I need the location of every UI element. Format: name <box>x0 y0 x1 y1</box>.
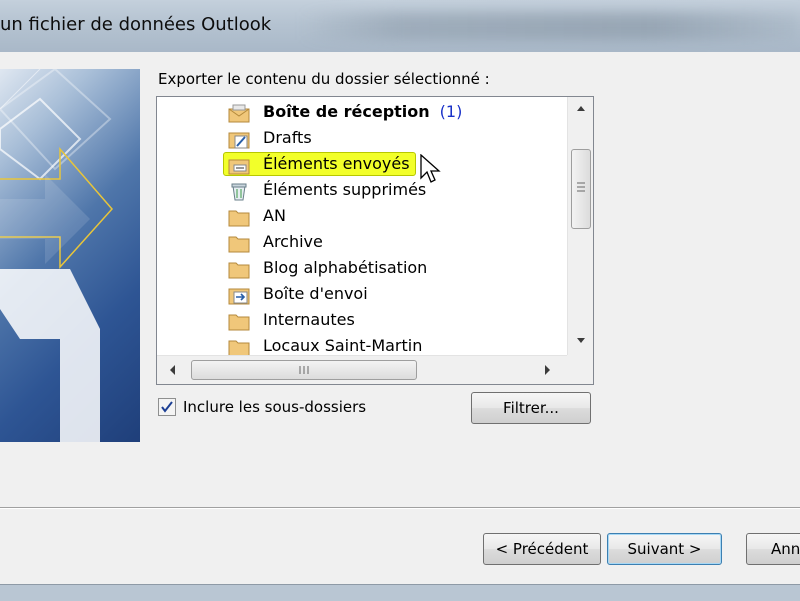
folder-label-blog: Blog alphabétisation <box>263 258 428 277</box>
folder-icon <box>228 311 250 331</box>
folder-row-blog[interactable]: Blog alphabétisation <box>157 256 567 282</box>
mouse-cursor-icon <box>420 153 442 190</box>
folder-icon <box>228 233 250 253</box>
folder-row-drafts[interactable]: Drafts <box>157 126 567 152</box>
trash-icon <box>228 181 250 201</box>
folder-row-an[interactable]: AN <box>157 204 567 230</box>
folder-label-sent-items: Éléments envoyés <box>263 154 410 173</box>
folder-icon <box>228 337 250 357</box>
unread-count: (1) <box>439 102 463 121</box>
folder-label-deleted-items: Éléments supprimés <box>263 180 427 199</box>
folder-label-inbox: Boîte de réception (1) <box>263 102 463 121</box>
scroll-corner <box>567 355 593 384</box>
folder-tree[interactable]: Boîte de réception (1) Drafts Éléments en… <box>156 96 594 385</box>
window-title: un fichier de données Outlook <box>0 14 272 35</box>
drafts-icon <box>228 129 250 149</box>
folder-row-sent-items[interactable]: Éléments envoyés <box>157 152 567 178</box>
filter-button[interactable]: Filtrer... <box>471 392 591 424</box>
export-folder-label: Exporter le contenu du dossier sélection… <box>158 70 490 88</box>
previous-button[interactable]: < Précédent <box>483 533 601 565</box>
inbox-icon <box>228 103 250 123</box>
vertical-scrollbar[interactable] <box>567 97 593 355</box>
include-subfolders-checkbox[interactable] <box>158 398 176 416</box>
outbox-icon <box>228 285 250 305</box>
window-bottom-frame <box>0 584 800 601</box>
horizontal-scrollbar[interactable] <box>157 355 567 384</box>
sent-items-icon <box>228 155 250 175</box>
scroll-down-button[interactable] <box>568 329 593 351</box>
folder-label-locaux: Locaux Saint-Martin <box>263 336 423 355</box>
title-bar: un fichier de données Outlook <box>0 0 800 52</box>
cancel-button[interactable]: Ann <box>746 533 800 565</box>
folder-row-inbox[interactable]: Boîte de réception (1) <box>157 100 567 126</box>
title-blurred-region <box>300 12 800 40</box>
folder-label-an: AN <box>263 206 286 225</box>
folder-row-archive[interactable]: Archive <box>157 230 567 256</box>
folder-row-deleted-items[interactable]: Éléments supprimés <box>157 178 567 204</box>
folder-label-drafts: Drafts <box>263 128 312 147</box>
folder-row-internautes[interactable]: Internautes <box>157 308 567 334</box>
next-button[interactable]: Suivant > <box>607 533 722 565</box>
wizard-side-art <box>0 69 140 442</box>
folder-label-archive: Archive <box>263 232 323 251</box>
vertical-scroll-thumb[interactable] <box>571 149 591 229</box>
scroll-up-button[interactable] <box>568 97 593 119</box>
button-separator <box>0 507 800 509</box>
folder-icon <box>228 259 250 279</box>
folder-label-internautes: Internautes <box>263 310 355 329</box>
include-subfolders-label: Inclure les sous-dossiers <box>183 398 367 416</box>
horizontal-scroll-thumb[interactable] <box>191 360 417 380</box>
scroll-right-button[interactable] <box>541 362 555 382</box>
folder-label-outbox: Boîte d'envoi <box>263 284 368 303</box>
scroll-left-button[interactable] <box>165 362 179 382</box>
folder-row-outbox[interactable]: Boîte d'envoi <box>157 282 567 308</box>
folder-icon <box>228 207 250 227</box>
